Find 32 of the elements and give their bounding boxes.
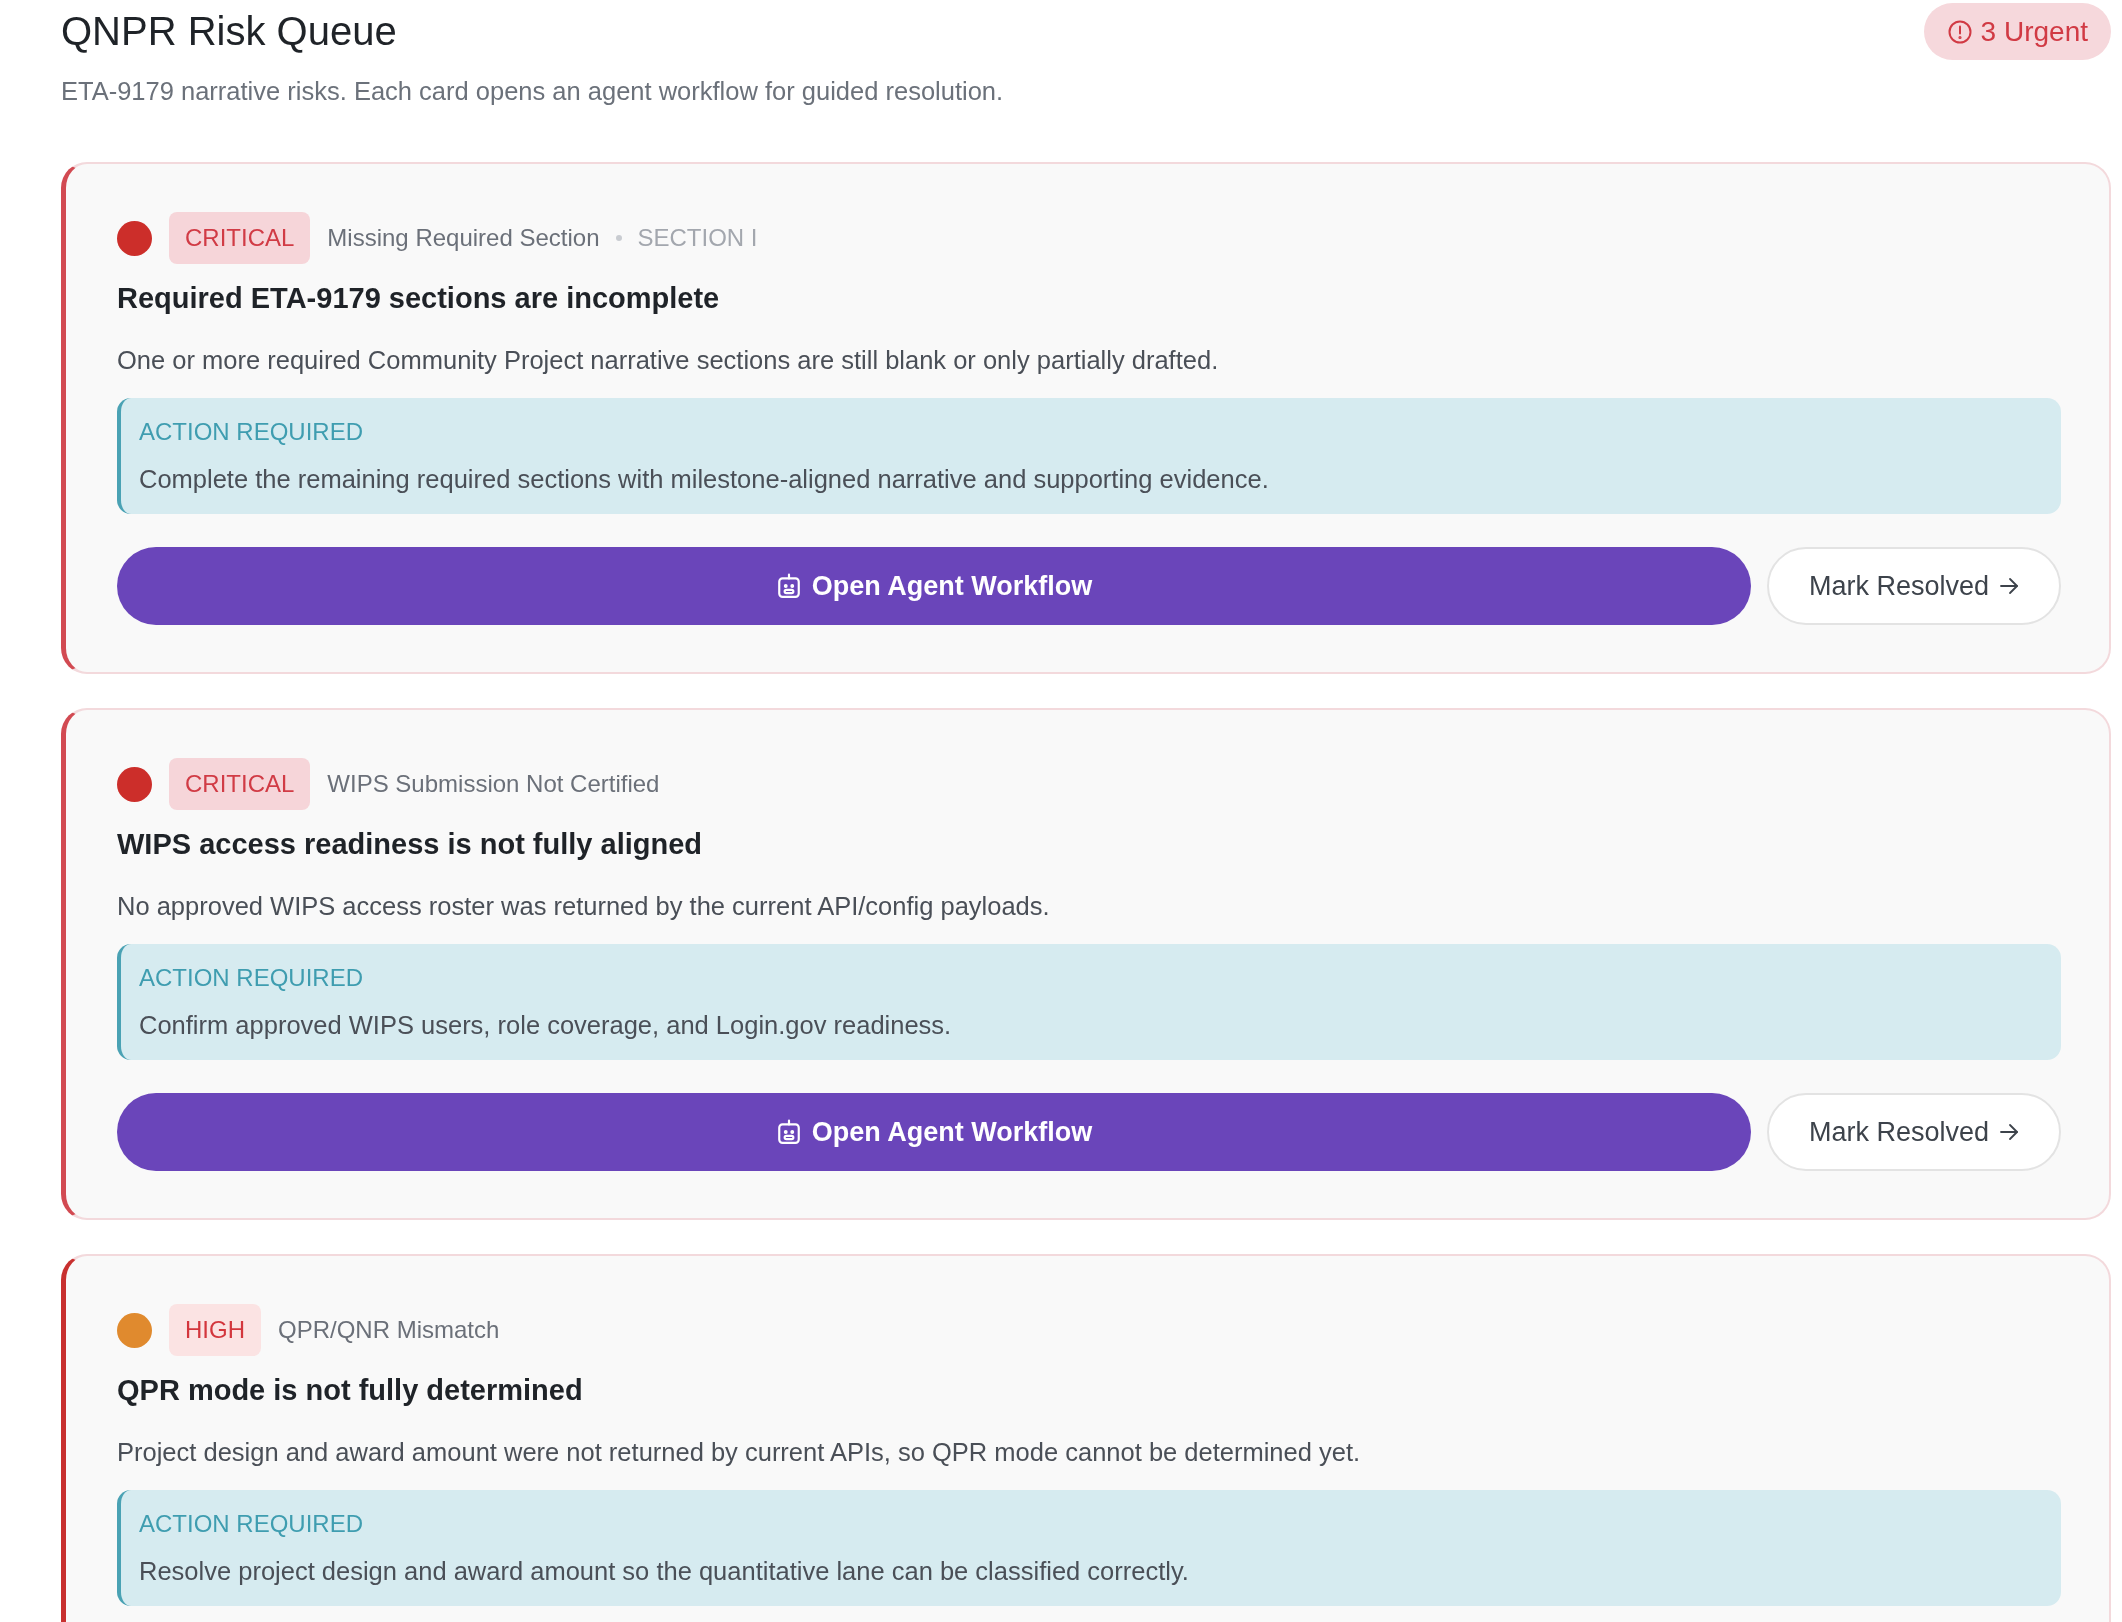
action-text: Resolve project design and award amount so the quantitative lane can be classified correctly. <box>139 1556 1190 1587</box>
risk-title: Required ETA-9179 sections are incomplete <box>117 281 721 316</box>
risk-title: QPR mode is not fully determined <box>117 1373 584 1408</box>
page-subtitle: ETA-9179 narrative risks. Each card opens an agent workflow for guided resolution. <box>61 76 1004 107</box>
risk-description: Project design and award amount were not returned by current APIs, so QPR mode cannot be determined yet. <box>117 1437 1362 1468</box>
risk-category: Missing Required Section <box>327 224 600 252</box>
risk-category: QPR/QNR Mismatch <box>278 1316 500 1344</box>
action-text: Complete the remaining required sections with milestone-aligned narrative and supporting evidence. <box>139 464 1270 495</box>
arrow-right-icon <box>1999 576 2020 596</box>
action-label: ACTION REQUIRED <box>139 1509 364 1539</box>
urgent-count: 3 Urgent <box>1980 15 2088 48</box>
open-agent-workflow-button[interactable]: Open Agent Workflow <box>117 1093 1751 1171</box>
risk-category: WIPS Submission Not Certified <box>327 770 660 798</box>
action-label: ACTION REQUIRED <box>139 417 364 447</box>
severity-badge: HIGH <box>169 1304 261 1356</box>
action-label: ACTION REQUIRED <box>139 963 364 993</box>
separator-dot-icon <box>615 235 622 241</box>
robot-icon <box>775 1119 802 1145</box>
risk-description: One or more required Community Project narrative sections are still blank or only partially drafted. <box>117 345 1220 376</box>
mark-resolved-button[interactable]: Mark Resolved <box>1767 547 2061 625</box>
severity-badge: CRITICAL <box>169 212 311 264</box>
action-text: Confirm approved WIPS users, role coverage, and Login.gov readiness. <box>139 1010 953 1041</box>
robot-icon <box>775 573 802 599</box>
open-agent-workflow-button[interactable]: Open Agent Workflow <box>117 547 1751 625</box>
arrow-right-icon <box>1999 1122 2020 1142</box>
mark-resolved-button[interactable]: Mark Resolved <box>1767 1093 2061 1171</box>
page-title: QNPR Risk Queue <box>61 8 398 55</box>
alert-circle-icon <box>1947 19 1972 44</box>
severity-badge: CRITICAL <box>169 758 311 810</box>
risk-title: WIPS access readiness is not fully aligned <box>117 827 704 862</box>
risk-description: No approved WIPS access roster was returned by the current API/config payloads. <box>117 891 1051 922</box>
section-label: SECTION I <box>637 224 758 252</box>
